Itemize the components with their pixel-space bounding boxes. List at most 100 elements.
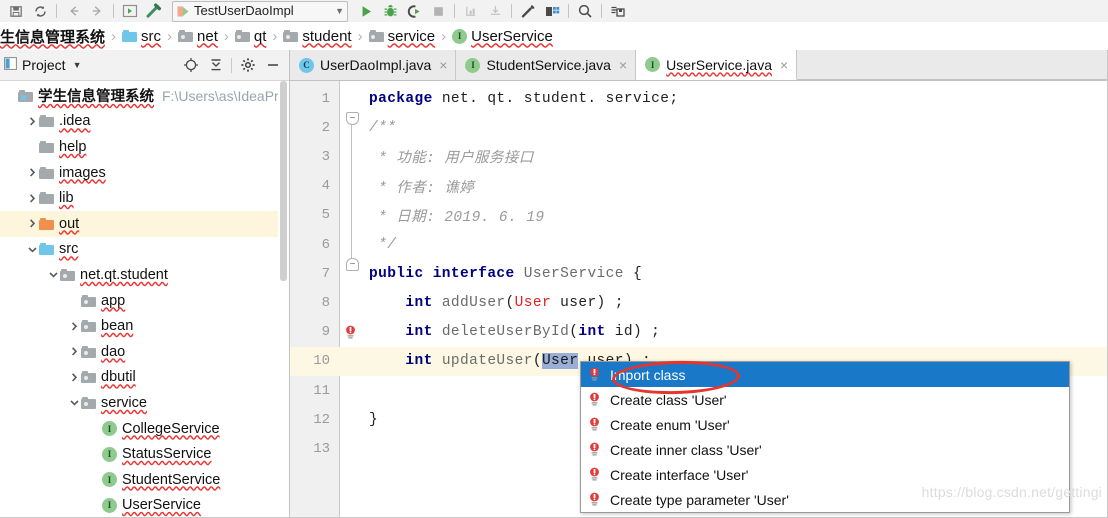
build-hammer-icon[interactable] — [142, 1, 166, 21]
commit-icon[interactable] — [606, 1, 630, 21]
line-number: 7 — [321, 265, 330, 282]
tree-item-StatusService[interactable]: I StatusService — [0, 441, 289, 467]
bulb-icon — [344, 325, 357, 340]
back-arrow-icon[interactable] — [61, 1, 85, 21]
tree-item-app[interactable]: app — [0, 288, 289, 314]
gear-icon[interactable] — [235, 53, 260, 77]
breadcrumb-item-src[interactable]: src — [122, 28, 161, 45]
tree-item-out[interactable]: out — [0, 210, 289, 237]
line-number: 4 — [321, 178, 330, 195]
chevron-down-icon[interactable] — [46, 268, 60, 282]
tree-item-bean[interactable]: bean — [0, 313, 289, 339]
close-icon[interactable]: × — [780, 58, 788, 72]
debug-icon[interactable] — [378, 1, 402, 21]
tree-item-学生信息管理系统[interactable]: 学生信息管理系统 F:\Users\as\IdeaPr — [0, 83, 289, 109]
breadcrumb-item-net[interactable]: net — [178, 28, 218, 45]
breadcrumb: 生信息管理系统 › src › net › qt › student › service › I User… — [0, 22, 1108, 51]
project-scrollbar[interactable] — [278, 81, 289, 518]
code-text: int deleteUserById(int id) ; — [369, 324, 661, 341]
tree-item-images[interactable]: images — [0, 160, 289, 186]
chevron-down-icon[interactable] — [67, 396, 81, 410]
sync-icon[interactable] — [28, 1, 52, 21]
search-icon[interactable] — [573, 1, 597, 21]
chevron-right-icon[interactable] — [25, 114, 39, 128]
project-scrollbar-thumb[interactable] — [280, 81, 287, 281]
tree-item-label: images — [59, 164, 106, 181]
run-icon[interactable] — [354, 1, 378, 21]
tree-item-label: lib — [59, 190, 74, 207]
breadcrumb-label: student — [302, 27, 352, 45]
popup-item-label: Import class — [610, 366, 686, 383]
class-badge-icon: C — [299, 57, 314, 73]
tree-item-label: CollegeService — [122, 420, 220, 437]
code-line-2: 2 /** — [290, 113, 1108, 142]
code-line-9: 9 int deleteUserById(int id) ; — [290, 318, 1108, 347]
tree-item-lib[interactable]: lib — [0, 185, 289, 211]
chevron-down-icon[interactable]: ▼ — [73, 60, 82, 70]
line-number: 11 — [313, 382, 330, 399]
popup-item-create-class-user[interactable]: Create class 'User' — [581, 387, 1069, 412]
breadcrumb-item-生信息管理系统[interactable]: 生信息管理系统 — [0, 26, 105, 47]
line-number: 8 — [321, 294, 330, 311]
minimize-icon[interactable] — [260, 53, 285, 77]
code-line-1: 1 package net. qt. student. service; — [290, 84, 1108, 113]
breadcrumb-label: 生信息管理系统 — [0, 28, 106, 46]
run-config-icon[interactable] — [118, 1, 142, 21]
tree-item-net.qt.student[interactable]: net.qt.student — [0, 262, 289, 288]
tree-item-StudentService[interactable]: I StudentService — [0, 467, 289, 493]
toolbar-divider-4 — [511, 4, 512, 18]
run-with-coverage-icon[interactable] — [402, 1, 426, 21]
breadcrumb-item-qt[interactable]: qt — [234, 28, 266, 45]
chevron-right-icon[interactable] — [25, 217, 39, 231]
tree-item-help[interactable]: help — [0, 134, 289, 160]
save-all-icon[interactable] — [4, 1, 28, 21]
collapse-all-icon[interactable] — [203, 53, 228, 77]
chevron-right-icon[interactable] — [67, 370, 81, 384]
locate-icon[interactable] — [178, 53, 203, 77]
tree-item-dbutil[interactable]: dbutil — [0, 365, 289, 391]
folder-package-icon — [283, 30, 299, 42]
tree-item-CollegeService[interactable]: I CollegeService — [0, 416, 289, 442]
folder-package-icon — [60, 268, 75, 281]
breadcrumb-item-UserService[interactable]: I UserService — [452, 28, 553, 45]
breadcrumb-item-service[interactable]: service — [368, 28, 435, 45]
forward-arrow-icon[interactable] — [85, 1, 109, 21]
popup-item-label: Create type parameter 'User' — [610, 491, 789, 508]
line-number: 5 — [321, 207, 330, 224]
chevron-down-icon[interactable]: ▼ — [335, 6, 344, 16]
settings-wrench-icon[interactable] — [516, 1, 540, 21]
run-configuration-selector[interactable]: TestUserDaoImpl ▼ — [172, 0, 348, 22]
chevron-right-icon[interactable] — [25, 166, 39, 180]
code-line-7: 7 public interface UserService { — [290, 259, 1108, 288]
inspection-bulb-icon[interactable] — [339, 325, 361, 340]
chevron-down-icon[interactable] — [25, 242, 39, 256]
breadcrumb-item-student[interactable]: student — [283, 27, 352, 45]
folder-package-icon — [81, 396, 96, 409]
interface-badge-icon: I — [465, 57, 481, 73]
popup-item-create-enum-user[interactable]: Create enum 'User' — [581, 412, 1069, 437]
project-structure-icon[interactable] — [540, 1, 564, 21]
editor-tab-StudentService.java[interactable]: I StudentService.java × — [456, 50, 637, 80]
tree-item-label: .idea — [59, 113, 91, 130]
popup-item-import-class[interactable]: Import class — [581, 362, 1069, 387]
chevron-right-icon[interactable] — [67, 345, 81, 359]
toolbar-divider-3 — [454, 4, 455, 18]
tree-item-.idea[interactable]: .idea — [0, 109, 289, 135]
editor-tab-UserDaoImpl.java[interactable]: C UserDaoImpl.java × — [290, 50, 457, 80]
tree-item-label: UserService — [122, 497, 201, 514]
tree-item-path: F:\Users\as\IdeaPr — [162, 87, 279, 104]
breadcrumb-separator: › — [111, 27, 117, 45]
code-text: /** — [369, 119, 397, 136]
close-icon[interactable]: × — [619, 58, 627, 72]
tree-item-UserService[interactable]: I UserService — [0, 493, 289, 518]
code-line-3: 3 * 功能: 用户服务接口 — [290, 142, 1108, 171]
tree-item-service[interactable]: service — [0, 390, 289, 416]
tree-item-src[interactable]: src — [0, 237, 289, 263]
chevron-right-icon[interactable] — [67, 319, 81, 333]
line-number: 9 — [321, 324, 330, 341]
chevron-right-icon[interactable] — [25, 191, 39, 205]
popup-item-create-inner-class-user[interactable]: Create inner class 'User' — [581, 437, 1069, 462]
editor-tab-UserService.java[interactable]: I UserService.java × — [636, 50, 798, 80]
tree-item-dao[interactable]: dao — [0, 339, 289, 365]
close-icon[interactable]: × — [439, 58, 447, 72]
